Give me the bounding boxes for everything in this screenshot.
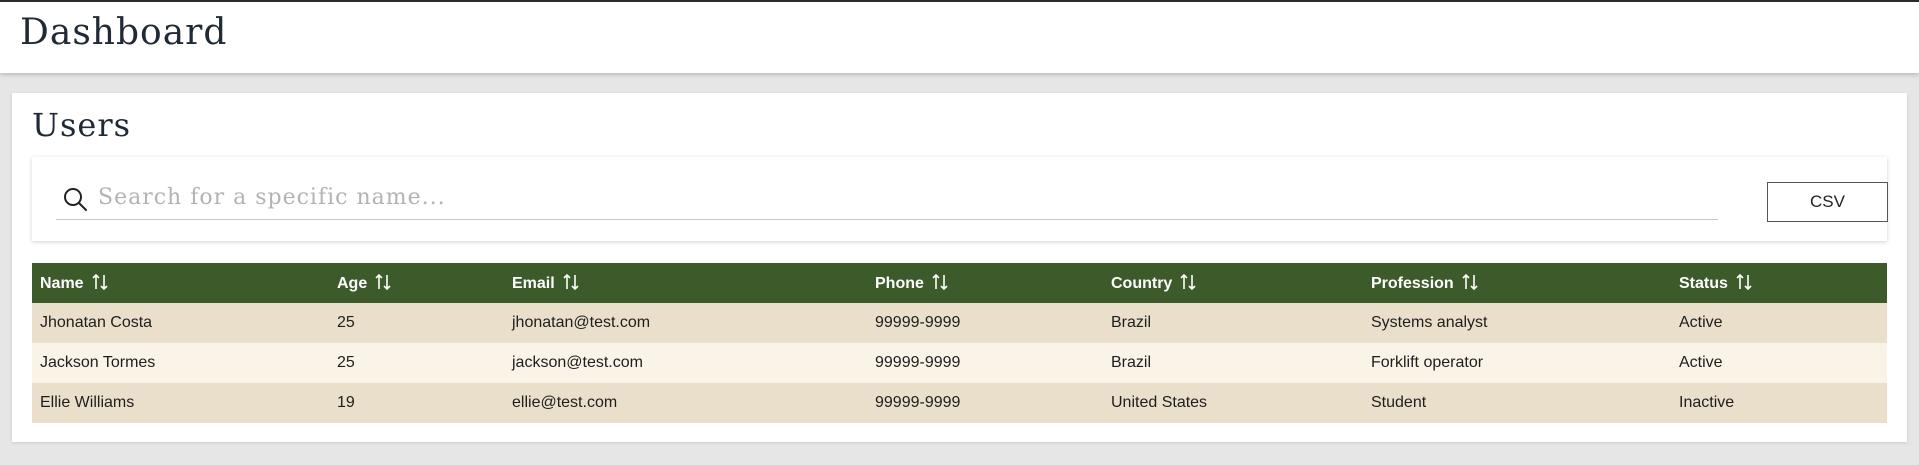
- cell-name: Ellie Williams: [40, 394, 135, 411]
- cell-profession: Student: [1371, 394, 1427, 411]
- search-icon: [64, 188, 87, 211]
- column-header-status[interactable]: Status: [1671, 263, 1887, 303]
- column-header-phone[interactable]: Phone: [867, 263, 1103, 303]
- cell-email: ellie@test.com: [512, 394, 618, 411]
- page-title: Dashboard: [20, 12, 228, 53]
- cell-age: 19: [337, 394, 355, 411]
- table-row: Jackson Tormes 25 jackson@test.com 99999…: [32, 343, 1887, 383]
- table-header-row: Name Age Email Phone Country Profession …: [32, 263, 1887, 303]
- cell-email: jhonatan@test.com: [512, 314, 651, 331]
- table-row: Ellie Williams 19 ellie@test.com 99999-9…: [32, 383, 1887, 423]
- column-header-age[interactable]: Age: [329, 263, 504, 303]
- cell-name: Jhonatan Costa: [40, 314, 153, 331]
- sort-icon: [375, 273, 391, 291]
- cell-phone: 99999-9999: [875, 314, 961, 331]
- cell-status: Active: [1679, 354, 1723, 371]
- column-label: Age: [337, 275, 368, 292]
- cell-email: jackson@test.com: [512, 354, 643, 371]
- cell-phone: 99999-9999: [875, 394, 961, 411]
- cell-status: Inactive: [1679, 394, 1735, 411]
- column-header-country[interactable]: Country: [1103, 263, 1363, 303]
- cell-status: Active: [1679, 314, 1723, 331]
- cell-age: 25: [337, 354, 355, 371]
- column-label: Phone: [875, 275, 924, 292]
- sort-icon: [1736, 273, 1752, 291]
- sort-icon: [92, 273, 108, 291]
- csv-export-button[interactable]: CSV: [1767, 182, 1888, 222]
- cell-country: United States: [1111, 394, 1208, 411]
- search-input[interactable]: [98, 181, 1698, 213]
- users-table: Name Age Email Phone Country Profession …: [32, 263, 1887, 423]
- column-label: Profession: [1371, 275, 1454, 292]
- sort-icon: [1462, 273, 1478, 291]
- cell-profession: Systems analyst: [1371, 314, 1488, 331]
- column-label: Status: [1679, 275, 1728, 292]
- top-bar: Dashboard: [0, 0, 1919, 73]
- cell-age: 25: [337, 314, 355, 331]
- sort-icon: [1180, 273, 1196, 291]
- section-title: Users: [32, 106, 132, 144]
- cell-profession: Forklift operator: [1371, 354, 1484, 371]
- users-panel: Users CSV Name Age Email Phone Country P…: [12, 93, 1907, 442]
- sort-icon: [932, 273, 948, 291]
- column-label: Email: [512, 275, 555, 292]
- cell-country: Brazil: [1111, 354, 1152, 371]
- column-label: Country: [1111, 275, 1173, 292]
- column-label: Name: [40, 275, 84, 292]
- search-card: CSV: [32, 157, 1888, 241]
- column-header-email[interactable]: Email: [504, 263, 867, 303]
- sort-icon: [563, 273, 579, 291]
- column-header-name[interactable]: Name: [32, 263, 329, 303]
- cell-name: Jackson Tormes: [40, 354, 156, 371]
- cell-country: Brazil: [1111, 314, 1152, 331]
- search-field: [56, 177, 1718, 220]
- column-header-profession[interactable]: Profession: [1363, 263, 1671, 303]
- cell-phone: 99999-9999: [875, 354, 961, 371]
- table-row: Jhonatan Costa 25 jhonatan@test.com 9999…: [32, 303, 1887, 343]
